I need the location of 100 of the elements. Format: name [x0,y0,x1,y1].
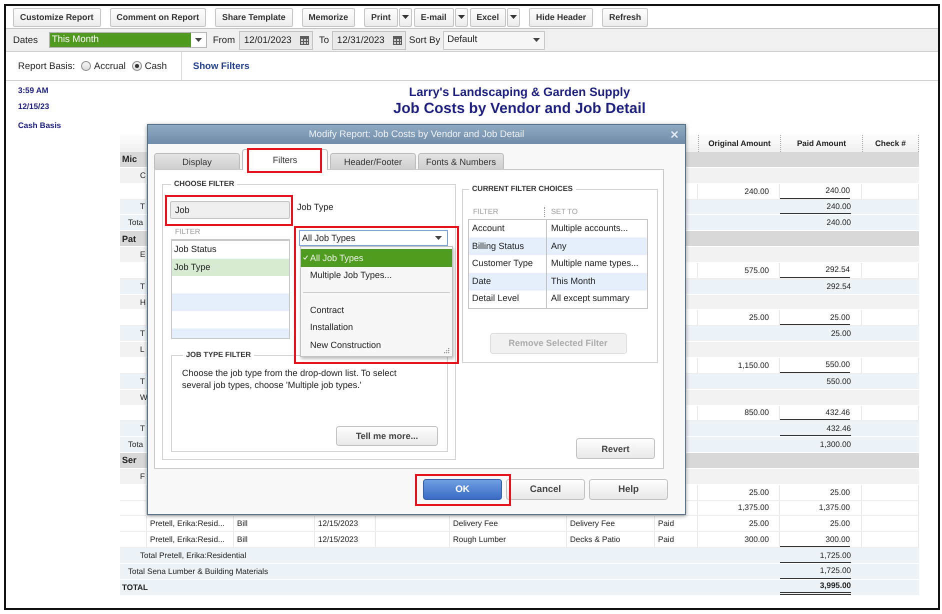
table-cell: Bill [234,532,315,548]
table-cell-text: 25.00 [828,518,850,530]
table-cell-text: 1,375.00 [818,502,850,514]
dates-dropdown[interactable]: This Month [48,32,207,48]
table-cell: 300.00 [780,532,850,548]
dialog-title: Modify Report: Job Costs by Vendor and Job Detail [308,129,524,140]
row-label: Pat [122,234,136,244]
table-cell: 240.00 [780,200,851,214]
report-basis: Cash Basis [18,120,62,132]
job-type-dropdown[interactable]: All Job Types [299,230,448,246]
tab[interactable]: Fonts & Numbers [418,153,504,169]
table-cell: 25.00 [698,310,780,326]
from-date-field[interactable]: 12/01/2023 [239,30,313,50]
row-label: Tota [128,440,144,450]
table-cell: 3,995.00 [780,580,851,595]
radio-button[interactable] [132,61,142,71]
tab[interactable]: Header/Footer [330,153,416,169]
table-cell: Paid [655,516,698,532]
tab[interactable]: Display [154,153,240,169]
row-label: Mic [122,154,138,164]
row-label: T [140,329,145,338]
table-cell: 300.00 [698,532,780,548]
filter-list-item[interactable]: Job Status [172,241,289,258]
table-cell: Decks & Patio [567,532,655,548]
table-cell: Bill [234,516,315,532]
table-cell: 25.00 [780,310,850,326]
radio-label: Cash [144,60,167,72]
table-cell: Account [469,220,547,238]
resize-grip-icon[interactable] [444,348,450,354]
row-label: E [140,250,146,259]
toolbar-button[interactable]: Memorize [302,8,356,26]
row-label: H [140,298,146,307]
toolbar-button[interactable]: E-mail [414,8,454,26]
dialog-button[interactable]: Cancel [506,479,585,500]
table-cell: 1,725.00 [780,548,851,563]
caret-down-icon [194,38,202,42]
to-date-field[interactable]: 12/31/2023 [332,30,406,50]
table-cell: 25.00 [698,484,780,500]
table-cell: 240.00 [780,184,850,199]
field-label: From [212,34,235,46]
row-label: T [140,282,145,291]
table-cell-text: Multiple accounts... [550,222,628,235]
toolbar-button[interactable]: Comment on Report [110,8,206,26]
dialog-button[interactable]: OK [423,479,502,500]
dropdown-option[interactable]: Contract [301,301,452,318]
toolbar-button[interactable]: Print [364,8,398,26]
help-text: Choose the job type from the drop-down list. To select several job types, choose 'Multiple job types.' [182,367,398,391]
revert-button[interactable]: Revert [576,438,655,459]
dropdown-option[interactable]: New Construction [301,336,452,354]
table-cell: 1,375.00 [698,500,780,516]
show-filters-link[interactable]: Show Filters [193,60,250,72]
row-label: T [140,424,145,434]
toolbar-button[interactable]: Hide Header [528,8,594,26]
toolbar-button[interactable]: Excel [470,8,506,26]
field-label: Report Basis: [18,60,76,72]
row-label: Ser [122,455,137,466]
filter-list-item[interactable]: Job Type [172,258,289,276]
radio-label: Accrual [94,60,126,72]
filter-search-field[interactable]: Job [170,201,290,219]
report-date: 12/15/23 [18,101,50,113]
caret-down-icon [435,236,442,240]
row-label: Total Sena Lumber & Building Materials [128,566,268,576]
company-name: Larry's Landscaping & Garden Supply [409,85,630,100]
row-label: T [140,376,145,386]
toolbar-button[interactable]: Share Template [215,8,292,26]
toolbar-button[interactable]: Customize Report [13,8,101,26]
table-cell: 575.00 [698,262,780,278]
row-label: Tota [128,218,144,228]
row-label: L [140,345,144,354]
field-label: To [319,34,330,46]
tab[interactable]: Filters [242,149,328,170]
sort-by-dropdown[interactable]: Default [443,30,546,50]
table-cell: 12/15/2023 [315,516,376,532]
dialog-button[interactable]: Help [589,479,668,500]
filter-name-label: Job Type [297,201,334,213]
tell-me-more-button[interactable]: Tell me more... [336,426,438,446]
row-label: Total Pretell, Erika:Residential [140,551,246,560]
table-cell-text: This Month [550,274,596,288]
dropdown-arrow-button[interactable] [398,8,412,26]
table-cell: 432.46 [780,406,850,420]
table-cell: 1,725.00 [780,564,851,579]
dropdown-arrow-button[interactable] [506,8,520,26]
dropdown-arrow-button[interactable] [454,8,468,26]
caret-down-icon [510,15,517,19]
close-icon[interactable] [671,131,678,138]
radio-button[interactable] [81,61,92,71]
table-cell: 25.00 [698,516,780,532]
calendar-icon[interactable] [393,36,402,44]
table-cell-text: Multiple name types... [550,257,639,270]
table-cell: Billing Status [469,238,547,256]
dropdown-option[interactable]: Installation [301,318,452,336]
table-cell-text: 25.00 [830,328,851,340]
row-label: C [140,170,146,180]
table-cell: Customer Type [469,255,547,273]
table-cell-text: 25.00 [828,486,850,499]
dropdown-option[interactable]: Multiple Job Types... [301,266,452,284]
toolbar-button[interactable]: Refresh [602,8,648,26]
table-cell: 292.54 [780,262,850,278]
table-cell-text: 550.00 [826,376,851,388]
calendar-icon[interactable] [300,36,309,44]
